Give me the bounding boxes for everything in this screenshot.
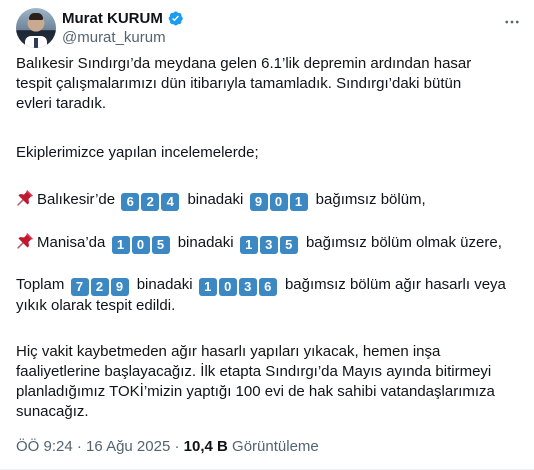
tweet-line: Balıkesir Sındırgı’da meydana gelen 6.1’… (16, 55, 472, 72)
views-count: 10,4 B (183, 438, 228, 455)
keycap-digit: 4 (161, 193, 180, 211)
keycap-digit: 9 (110, 278, 129, 296)
keycap-digit: 0 (131, 236, 150, 254)
keycap-digit: 1 (111, 236, 130, 254)
views-label: Görüntüleme (232, 438, 319, 455)
bullet-prefix: Manisa’da (37, 234, 106, 251)
keycap-digit: 0 (218, 278, 237, 296)
pushpin-icon (17, 233, 33, 249)
tweet-line: tespit çalışmalarımızı dün itibarıyla ta… (16, 75, 462, 92)
avatar-tie (34, 38, 38, 48)
total-prefix: Toplam (16, 276, 65, 293)
author-names: Murat KURUM @murat_kurum (62, 9, 184, 47)
avatar-hair (29, 13, 43, 20)
keycap-digit: 3 (238, 278, 257, 296)
tweet-header: Murat KURUM @murat_kurum (16, 8, 522, 48)
keycap-digit: 5 (151, 236, 170, 254)
keycap-digit: 2 (90, 278, 109, 296)
building-count-keycaps: 729 (70, 275, 131, 296)
total-line: Toplam 729 binadaki 1036 bağımsız bölüm … (16, 275, 506, 296)
building-count-keycaps: 105 (111, 233, 172, 254)
tweet-line: yıkık olarak tespit edildi. (16, 297, 176, 314)
author-display-name[interactable]: Murat KURUM (62, 9, 163, 28)
building-count-keycaps: 624 (121, 190, 181, 211)
unit-count-keycaps: 1036 (198, 275, 279, 296)
keycap-digit: 1 (289, 193, 308, 211)
tweet-date[interactable]: 16 Ağu 2025 (86, 438, 170, 455)
unit-count-keycaps: 135 (239, 233, 300, 254)
tweet-line: faaliyetlerine başlayacağız. İlk etapta … (16, 363, 492, 380)
bullet-mid: binadaki (187, 191, 244, 208)
tweet-line: Hiç vakit kaybetmeden ağır hasarlı yapıl… (16, 343, 441, 360)
keycap-digit: 0 (269, 193, 288, 211)
keycap-digit: 5 (279, 236, 298, 254)
unit-count-keycaps: 901 (249, 190, 310, 211)
tweet-line: planladığımız TOKİ’mizin yaptığı 100 evi… (16, 383, 495, 400)
bullet-suffix: bağımsız bölüm olmak üzere, (305, 234, 502, 251)
bullet-balikesir: Balıkesir’de 624 binadaki 901 bağımsız b… (16, 189, 426, 211)
keycap-digit: 3 (259, 236, 278, 254)
tweet-line: evleri taradık. (16, 95, 107, 112)
author-display-name-row[interactable]: Murat KURUM (62, 9, 184, 28)
tweet-meta: ÖÖ 9:24 · 16 Ağu 2025 · 10,4 B Görüntüle… (16, 438, 319, 455)
total-mid: binadaki (136, 276, 193, 293)
meta-separator: · (174, 438, 180, 455)
total-suffix: bağımsız bölüm ağır hasarlı veya (284, 276, 506, 293)
tweet-line: sunacağız. (16, 403, 89, 420)
keycap-digit: 1 (198, 278, 217, 296)
author-handle[interactable]: @murat_kurum (62, 28, 184, 47)
bullet-mid: binadaki (177, 234, 234, 251)
keycap-digit: 6 (258, 278, 277, 296)
keycap-digit: 1 (239, 236, 258, 254)
bullet-manisa: Manisa’da 105 binadaki 135 bağımsız bölü… (16, 232, 502, 254)
keycap-digit: 2 (141, 193, 160, 211)
keycap-digit: 6 (121, 193, 140, 211)
tweet-time[interactable]: ÖÖ 9:24 (16, 438, 73, 455)
tweet-line: Ekiplerimizce yapılan incelemelerde; (16, 144, 259, 161)
keycap-digit: 7 (70, 278, 89, 296)
more-options-icon[interactable] (502, 12, 522, 32)
bullet-prefix: Balıkesir’de (37, 191, 116, 208)
keycap-digit: 9 (249, 193, 268, 211)
verified-badge-icon[interactable] (167, 10, 184, 27)
bullet-suffix: bağımsız bölüm, (315, 191, 426, 208)
meta-separator: · (76, 438, 82, 455)
avatar[interactable] (16, 8, 56, 48)
pushpin-icon (17, 190, 33, 206)
